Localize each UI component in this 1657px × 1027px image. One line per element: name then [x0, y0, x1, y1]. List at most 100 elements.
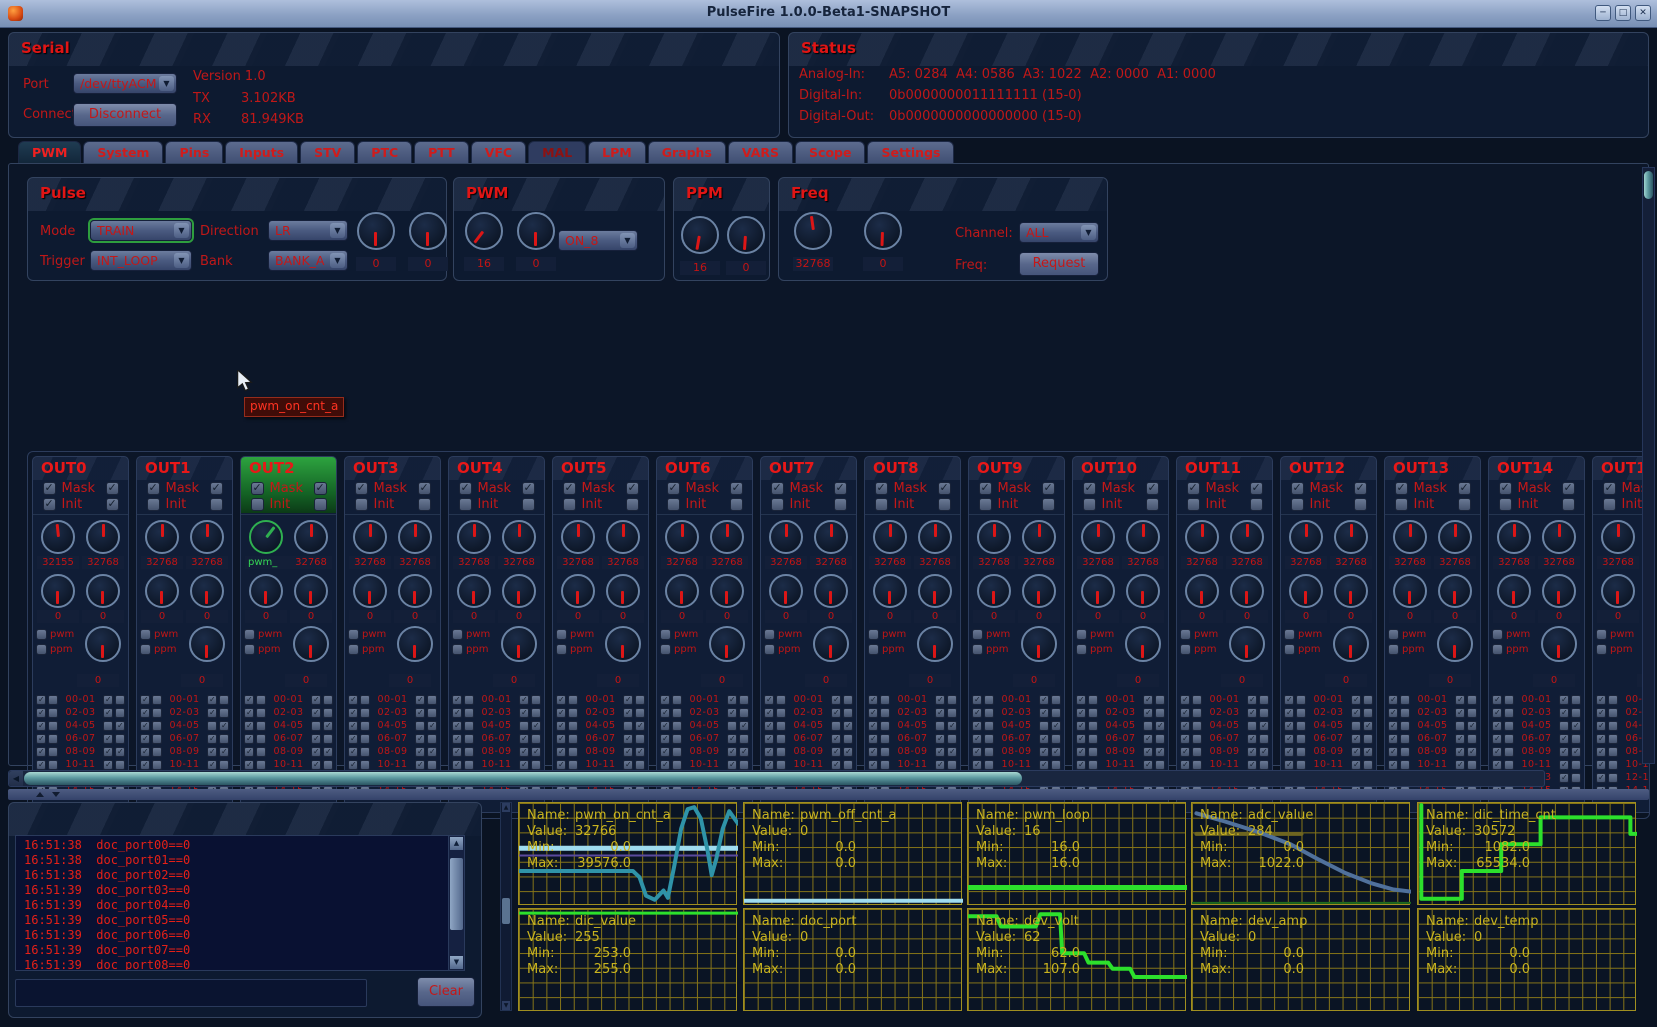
checkbox[interactable]: [667, 498, 680, 511]
checkbox[interactable]: [947, 708, 957, 718]
close-button[interactable]: ✕: [1635, 5, 1651, 21]
request-button[interactable]: Request: [1019, 252, 1099, 276]
knob[interactable]: [1289, 574, 1323, 608]
checkbox[interactable]: [739, 721, 749, 731]
knob[interactable]: [1185, 574, 1219, 608]
checkbox[interactable]: [348, 721, 358, 731]
checkbox[interactable]: [1596, 644, 1607, 655]
checkbox[interactable]: [115, 721, 125, 731]
checkbox[interactable]: [48, 734, 58, 744]
checkbox[interactable]: [1192, 734, 1202, 744]
checkbox[interactable]: [672, 747, 682, 757]
knob[interactable]: [917, 626, 953, 662]
chevron-down-icon[interactable]: ▼: [620, 233, 635, 248]
checkbox[interactable]: [868, 734, 878, 744]
checkbox[interactable]: [519, 695, 529, 705]
checkbox[interactable]: [875, 498, 888, 511]
checkbox[interactable]: [1284, 708, 1294, 718]
knob[interactable]: [293, 626, 329, 662]
checkbox[interactable]: [1259, 747, 1269, 757]
knob[interactable]: [813, 626, 849, 662]
checkbox[interactable]: [1088, 760, 1098, 770]
checkbox[interactable]: [355, 498, 368, 511]
checkbox[interactable]: [868, 629, 879, 640]
checkbox[interactable]: [1192, 695, 1202, 705]
checkbox[interactable]: [115, 708, 125, 718]
knob[interactable]: [190, 520, 224, 554]
knob[interactable]: [398, 520, 432, 554]
checkbox[interactable]: [764, 695, 774, 705]
checkbox[interactable]: [938, 482, 951, 495]
checkbox[interactable]: [256, 708, 266, 718]
checkbox[interactable]: [311, 760, 321, 770]
checkbox[interactable]: [972, 708, 982, 718]
checkbox[interactable]: [522, 498, 535, 511]
checkbox[interactable]: [672, 695, 682, 705]
checkbox[interactable]: [776, 734, 786, 744]
checkbox[interactable]: [1180, 629, 1191, 640]
checkbox[interactable]: [48, 760, 58, 770]
checkbox[interactable]: [115, 695, 125, 705]
scrollbar-thumb[interactable]: [1644, 171, 1653, 199]
checkbox[interactable]: [875, 482, 888, 495]
channel-select[interactable]: ALL▼: [1019, 222, 1099, 243]
knob[interactable]: [864, 212, 902, 250]
checkbox[interactable]: [103, 760, 113, 770]
checkbox[interactable]: [1499, 482, 1512, 495]
checkbox[interactable]: [531, 721, 541, 731]
checkbox[interactable]: [1608, 773, 1618, 783]
tab-ptc[interactable]: PTC: [357, 141, 412, 164]
checkbox[interactable]: [219, 760, 229, 770]
checkbox[interactable]: [1155, 708, 1165, 718]
checkbox[interactable]: [1180, 695, 1190, 705]
checkbox[interactable]: [464, 721, 474, 731]
checkbox[interactable]: [519, 747, 529, 757]
trigger-select[interactable]: INT_LOOP▼: [90, 250, 192, 271]
checkbox[interactable]: [1180, 734, 1190, 744]
checkbox[interactable]: [764, 721, 774, 731]
checkbox[interactable]: [1388, 644, 1399, 655]
checkbox[interactable]: [360, 747, 370, 757]
checkbox[interactable]: [1088, 695, 1098, 705]
checkbox[interactable]: [348, 695, 358, 705]
checkbox[interactable]: [519, 760, 529, 770]
checkbox[interactable]: [43, 482, 56, 495]
checkbox[interactable]: [1039, 734, 1049, 744]
checkbox[interactable]: [103, 734, 113, 744]
checkbox[interactable]: [531, 734, 541, 744]
checkbox[interactable]: [635, 747, 645, 757]
scrollbar-thumb[interactable]: [450, 858, 463, 930]
checkbox[interactable]: [1608, 760, 1618, 770]
checkbox[interactable]: [1354, 482, 1367, 495]
checkbox[interactable]: [556, 760, 566, 770]
checkbox[interactable]: [1284, 734, 1294, 744]
checkbox[interactable]: [935, 695, 945, 705]
checkbox[interactable]: [348, 629, 359, 640]
checkbox[interactable]: [635, 721, 645, 731]
checkbox[interactable]: [1571, 760, 1581, 770]
checkbox[interactable]: [36, 629, 47, 640]
knob[interactable]: [457, 520, 491, 554]
checkbox[interactable]: [1259, 734, 1269, 744]
checkbox[interactable]: [739, 747, 749, 757]
checkbox[interactable]: [556, 644, 567, 655]
vertical-scrollbar[interactable]: [1642, 167, 1655, 764]
checkbox[interactable]: [106, 482, 119, 495]
knob[interactable]: [814, 520, 848, 554]
chevron-down-icon[interactable]: ▼: [174, 223, 189, 238]
checkbox[interactable]: [1504, 734, 1514, 744]
chevron-down-icon[interactable]: ▼: [159, 76, 174, 91]
checkbox[interactable]: [244, 760, 254, 770]
checkbox[interactable]: [1455, 695, 1465, 705]
checkbox[interactable]: [935, 721, 945, 731]
checkbox[interactable]: [1467, 695, 1477, 705]
checkbox[interactable]: [1608, 695, 1618, 705]
checkbox[interactable]: [348, 708, 358, 718]
checkbox[interactable]: [251, 498, 264, 511]
checkbox[interactable]: [1388, 734, 1398, 744]
checkbox[interactable]: [1596, 773, 1606, 783]
chevron-down-icon[interactable]: ▼: [330, 223, 345, 238]
knob[interactable]: [710, 574, 744, 608]
checkbox[interactable]: [48, 708, 58, 718]
checkbox[interactable]: [1259, 708, 1269, 718]
